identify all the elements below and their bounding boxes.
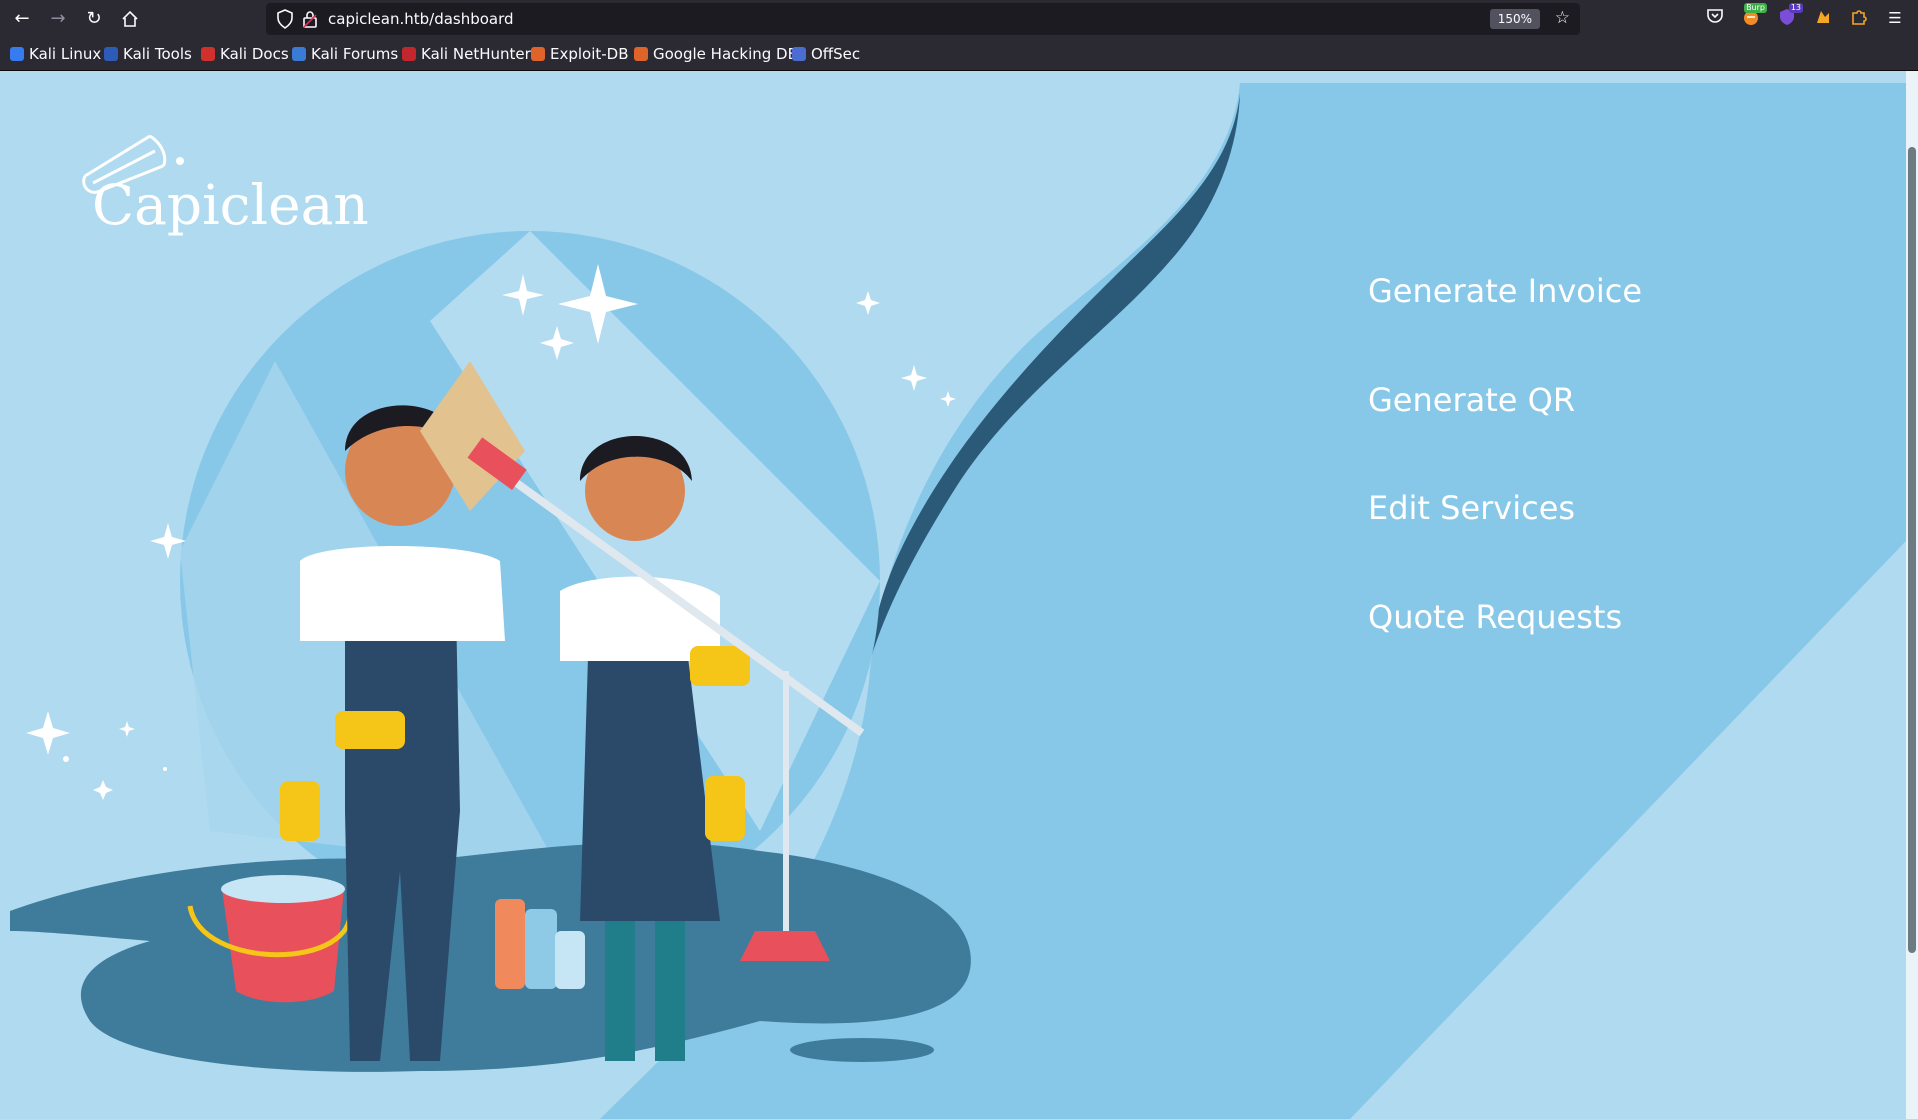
kali-docs-icon xyxy=(201,47,215,61)
hamburger-menu-icon[interactable]: ☰ xyxy=(1884,7,1906,29)
exploit-db-icon xyxy=(531,47,545,61)
bookmark-google-hacking-db[interactable]: Google Hacking DB xyxy=(634,38,798,70)
page-viewport: Capiclean Generate Invoice Generate QR E… xyxy=(0,71,1918,1119)
zoom-level-badge[interactable]: 150% xyxy=(1489,9,1540,29)
kali-nethunter-icon xyxy=(402,47,416,61)
extensions-puzzle-icon[interactable] xyxy=(1848,7,1870,29)
forward-arrow-icon[interactable]: → xyxy=(46,7,70,31)
google-hacking-db-icon xyxy=(634,47,648,61)
bookmark-kali-tools[interactable]: Kali Tools xyxy=(104,38,192,70)
burp-extension-icon[interactable]: Burp xyxy=(1740,3,1767,29)
ublock-badge: 13 xyxy=(1788,3,1803,13)
bookmarks-bar: Kali Linux Kali Tools Kali Docs Kali For… xyxy=(0,38,1918,71)
generate-invoice-link[interactable]: Generate Invoice xyxy=(1368,271,1642,380)
dashboard-menu: Generate Invoice Generate QR Edit Servic… xyxy=(1368,271,1642,705)
bookmark-kali-nethunter[interactable]: Kali NetHunter xyxy=(402,38,531,70)
reload-icon[interactable]: ↻ xyxy=(82,7,106,31)
bookmark-offsec[interactable]: OffSec xyxy=(792,38,860,70)
kali-tools-icon xyxy=(104,47,118,61)
bookmark-kali-forums[interactable]: Kali Forums xyxy=(292,38,398,70)
logo-text[interactable]: Capiclean xyxy=(92,173,369,237)
kali-linux-icon xyxy=(10,47,24,61)
bookmark-kali-docs[interactable]: Kali Docs xyxy=(201,38,289,70)
scrollbar-thumb[interactable] xyxy=(1908,147,1916,953)
tracking-shield-icon[interactable] xyxy=(276,9,294,33)
page-scrollbar[interactable] xyxy=(1906,71,1918,1119)
ublock-extension-icon[interactable]: 13 xyxy=(1776,3,1803,29)
foxyproxy-icon[interactable] xyxy=(1812,7,1834,29)
burp-badge: Burp xyxy=(1744,3,1767,13)
edit-services-link[interactable]: Edit Services xyxy=(1368,488,1642,597)
bookmark-kali-linux[interactable]: Kali Linux xyxy=(10,38,101,70)
quote-requests-link[interactable]: Quote Requests xyxy=(1368,597,1642,706)
address-bar[interactable]: capiclean.htb/dashboard 150% ☆ xyxy=(266,3,1580,35)
bookmark-exploit-db[interactable]: Exploit-DB xyxy=(531,38,629,70)
generate-qr-link[interactable]: Generate QR xyxy=(1368,380,1642,489)
offsec-icon xyxy=(792,47,806,61)
browser-toolbar: ← → ↻ capiclean.htb/dashboard 150% ☆ Bur… xyxy=(0,0,1918,38)
home-icon[interactable] xyxy=(118,7,142,31)
lock-icon[interactable] xyxy=(302,9,318,33)
kali-forums-icon xyxy=(292,47,306,61)
url-text[interactable]: capiclean.htb/dashboard xyxy=(328,3,514,35)
back-arrow-icon[interactable]: ← xyxy=(10,7,34,31)
pocket-icon[interactable] xyxy=(1704,7,1726,29)
bookmark-star-icon[interactable]: ☆ xyxy=(1555,8,1570,28)
